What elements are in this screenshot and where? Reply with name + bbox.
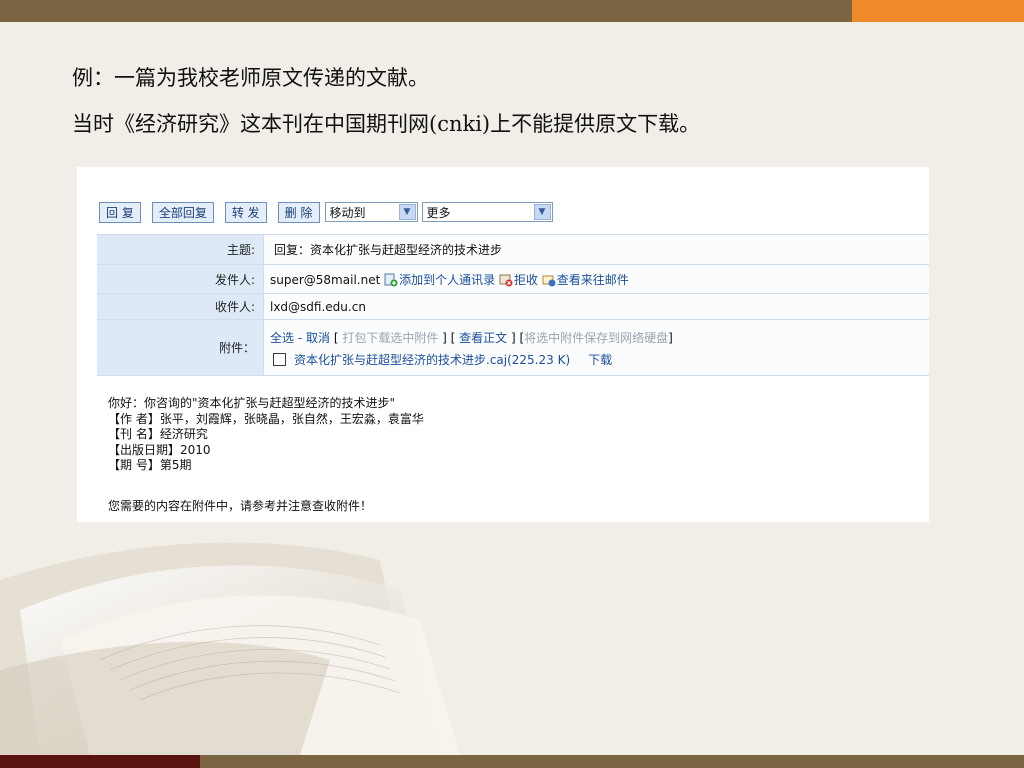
attachment-label: 附件： xyxy=(97,319,264,376)
download-selected-link[interactable]: 打包下载选中附件 xyxy=(342,331,438,345)
forward-button[interactable]: 转 发 xyxy=(224,201,267,223)
add-contact-link[interactable]: 添加到个人通讯录 xyxy=(399,273,495,287)
to-value: lxd@sdfi.edu.cn xyxy=(263,293,929,320)
download-link[interactable]: 下载 xyxy=(588,353,612,367)
from-label: 发件人: xyxy=(97,264,264,294)
attachment-value: 全选 - 取消 [ 打包下载选中附件 ] [ 查看正文 ] [将选中附件保存到网… xyxy=(263,319,929,376)
view-history-link[interactable]: 查看来往邮件 xyxy=(557,273,629,287)
to-label: 收件人: xyxy=(97,293,264,320)
bracket: ] [ xyxy=(438,330,460,345)
from-row: 发件人: super@58mail.net 添加到个人通讯录 拒收 查看来往邮件 xyxy=(97,264,929,294)
move-to-label: 移动到 xyxy=(329,205,366,220)
notice-line: 您需要的内容在附件中，请参考并注意查收附件！ xyxy=(108,499,373,513)
from-address: super@58mail.net xyxy=(270,272,381,287)
author-line: 【作 者】张平，刘霞辉，张晓晶，张自然，王宏淼，袁富华 xyxy=(108,411,424,426)
reject-link[interactable]: 拒收 xyxy=(514,273,538,287)
bracket: [ xyxy=(330,330,343,345)
mail-header-table: 主题: 回复：资本化扩张与赶超型经济的技术进步 发件人: super@58mai… xyxy=(97,234,929,376)
mail-toolbar: 回 复 全部回复 转 发 删 除 移动到 ▼ 更多 ▼ xyxy=(99,200,557,224)
chevron-down-icon: ▼ xyxy=(398,204,416,220)
history-icon xyxy=(542,275,556,286)
subject-row: 主题: 回复：资本化扩张与赶超型经济的技术进步 xyxy=(97,234,929,265)
mail-body: 你好：你咨询的"资本化扩张与赶超型经济的技术进步" 【作 者】张平，刘霞辉，张晓… xyxy=(108,396,424,474)
to-address: lxd@sdfi.edu.cn xyxy=(270,299,366,314)
view-body-link[interactable]: 查看正文 xyxy=(459,331,507,345)
more-select[interactable]: 更多 ▼ xyxy=(421,202,553,222)
attachment-row: 附件： 全选 - 取消 [ 打包下载选中附件 ] [ 查看正文 ] [将选中附件… xyxy=(97,319,929,376)
bracket: ] [ xyxy=(507,330,525,345)
slide-line-2: 当时《经济研究》这本刊在中国期刊网(cnki)上不能提供原文下载。 xyxy=(72,112,701,136)
email-screenshot: 回 复 全部回复 转 发 删 除 移动到 ▼ 更多 ▼ 主题: 回复：资本化扩张… xyxy=(77,167,929,522)
top-accent-bar xyxy=(852,0,1024,22)
journal-line: 【刊 名】经济研究 xyxy=(108,427,208,441)
reply-button[interactable]: 回 复 xyxy=(99,201,141,223)
select-all-link[interactable]: 全选 xyxy=(270,331,294,345)
to-row: 收件人: lxd@sdfi.edu.cn xyxy=(97,293,929,320)
add-contact-icon xyxy=(384,273,398,286)
bracket: ] xyxy=(668,330,673,345)
reply-all-button[interactable]: 全部回复 xyxy=(151,201,214,223)
delete-button[interactable]: 删 除 xyxy=(277,201,320,223)
greeting-line: 你好：你咨询的"资本化扩张与赶超型经济的技术进步" xyxy=(108,396,396,410)
subject-label: 主题: xyxy=(97,234,264,265)
save-to-disk-link[interactable]: 将选中附件保存到网络硬盘 xyxy=(524,331,668,345)
bottom-band xyxy=(200,755,1024,768)
open-book-image xyxy=(0,542,460,755)
separator: - xyxy=(294,330,306,345)
subject-text: 回复：资本化扩张与赶超型经济的技术进步 xyxy=(274,243,503,257)
chevron-down-icon: ▼ xyxy=(533,204,551,220)
attachment-file-link[interactable]: 资本化扩张与赶超型经济的技术进步.caj(225.23 K) xyxy=(294,353,570,367)
move-to-select[interactable]: 移动到 ▼ xyxy=(324,202,418,222)
reject-icon xyxy=(499,274,513,286)
bottom-accent-bar xyxy=(0,755,200,768)
subject-value: 回复：资本化扩张与赶超型经济的技术进步 xyxy=(263,234,929,265)
issue-line: 【期 号】第5期 xyxy=(108,458,192,472)
pub-date-line: 【出版日期】2010 xyxy=(108,442,211,457)
more-label: 更多 xyxy=(426,205,451,220)
cancel-link[interactable]: 取消 xyxy=(306,331,330,345)
top-band xyxy=(0,0,852,22)
slide-line-1: 例：一篇为我校老师原文传递的文献。 xyxy=(72,66,429,90)
attachment-checkbox[interactable] xyxy=(273,352,286,366)
from-value: super@58mail.net 添加到个人通讯录 拒收 查看来往邮件 xyxy=(263,264,929,294)
